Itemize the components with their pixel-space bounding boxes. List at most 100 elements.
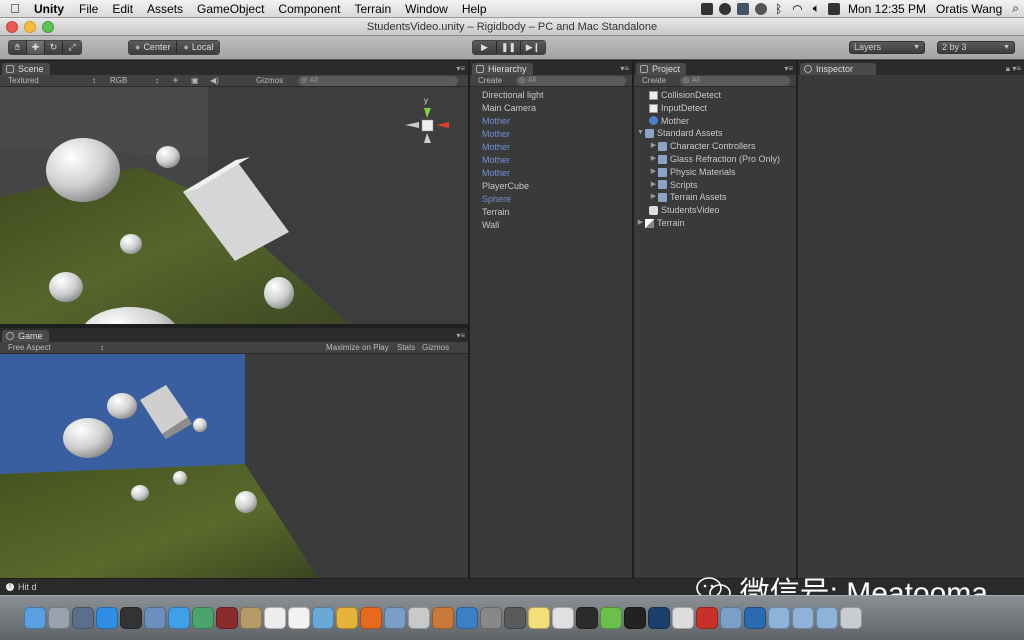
hierarchy-item[interactable]: Directional light [470,89,632,102]
project-item[interactable]: StudentsVideo [636,204,796,217]
menu-gameobject[interactable]: GameObject [190,2,271,16]
tab-inspector[interactable]: Inspector [800,63,876,75]
project-create-dropdown[interactable]: Create [642,76,666,86]
volume-icon[interactable]: 🔈︎ [808,1,825,16]
expand-arrow-icon[interactable]: ▶ [636,217,645,230]
pivot-local-button[interactable]: ● Local [177,41,220,54]
menu-component[interactable]: Component [271,2,347,16]
tab-hierarchy[interactable]: Hierarchy [472,63,533,75]
chrome-icon[interactable] [336,607,358,629]
qq-icon[interactable] [624,607,646,629]
tray-app-icon[interactable] [701,2,714,15]
contacts-icon[interactable] [240,607,262,629]
hand-tool-icon[interactable]: ✋︎ [9,41,27,54]
safari-icon[interactable] [168,607,190,629]
hierarchy-search-input[interactable]: All [516,76,626,86]
menu-help[interactable]: Help [455,2,494,16]
panel-menu-icon[interactable]: ▾≡ [456,64,465,73]
panel-menu-icon[interactable]: ▾≡ [784,64,793,73]
project-item[interactable]: Mother [636,115,796,128]
expand-arrow-icon[interactable]: ▶ [649,191,658,204]
spotlight-icon[interactable]: ⌕ [1007,1,1024,16]
project-item[interactable]: ▶ Character Controllers [636,140,796,153]
expand-arrow-icon[interactable]: ▶ [649,153,658,166]
zoom-window-icon[interactable] [42,21,54,33]
scene-search-input[interactable]: All [298,76,458,86]
sphere-object[interactable] [235,491,257,513]
firefox-icon[interactable] [360,607,382,629]
step-button-icon[interactable]: ▶❙ [521,41,545,54]
close-window-icon[interactable] [6,21,18,33]
project-item[interactable]: ▼ Standard Assets [636,127,796,140]
textwrangler-icon[interactable] [552,607,574,629]
scene-viewport[interactable]: y [0,87,468,324]
tray-sync-icon[interactable] [719,2,732,15]
play-button-icon[interactable]: ▶ [473,41,497,54]
launchpad-icon[interactable] [48,607,70,629]
project-item[interactable]: ▶ Terrain [636,217,796,230]
hierarchy-item[interactable]: Mother [470,154,632,167]
menu-terrain[interactable]: Terrain [347,2,398,16]
hierarchy-item[interactable]: Mother [470,141,632,154]
camera-icon[interactable] [504,607,526,629]
quicktime-icon[interactable] [744,607,766,629]
lock-icon[interactable]: 🔒︎ [1006,64,1010,74]
stats-toggle[interactable]: Stats [397,343,415,353]
pdf-icon[interactable] [696,607,718,629]
time-machine-icon[interactable] [755,2,768,15]
menu-window[interactable]: Window [398,2,455,16]
scene-gizmos-dropdown[interactable]: Gizmos [256,76,283,86]
hierarchy-create-dropdown[interactable]: Create [478,76,502,86]
tab-scene[interactable]: Scene [2,63,50,75]
downloads-icon[interactable] [816,607,838,629]
aspect-dropdown[interactable]: Free Aspect [8,343,51,353]
scene-image-icon[interactable]: ▣ [191,76,199,86]
dashboard-icon[interactable] [120,607,142,629]
project-item[interactable]: InputDetect [636,102,796,115]
collapse-arrow-icon[interactable]: ▼ [636,127,645,140]
pause-button-icon[interactable]: ❚❚ [497,41,521,54]
panel-menu-icon[interactable]: ▾≡ [1012,64,1021,73]
tray-dropbox-icon[interactable] [737,2,750,15]
minimize-window-icon[interactable] [24,21,36,33]
scale-tool-icon[interactable]: ⤢ [63,41,81,54]
menu-assets[interactable]: Assets [140,2,190,16]
preview-icon[interactable] [144,607,166,629]
hierarchy-item[interactable]: Mother [470,115,632,128]
disk-icon[interactable] [480,607,502,629]
finder-icon[interactable] [24,607,46,629]
sphere-object[interactable] [173,471,187,485]
sphere-object[interactable] [49,272,83,302]
preview2-icon[interactable] [384,607,406,629]
game-gizmos-dropdown[interactable]: Gizmos [422,343,449,353]
photoshop-icon[interactable] [648,607,670,629]
hierarchy-item[interactable]: Sphere [470,193,632,206]
project-item[interactable]: ▶ Glass Refraction (Pro Only) [636,153,796,166]
menu-file[interactable]: File [72,2,105,16]
maximize-on-play-toggle[interactable]: Maximize on Play [326,343,389,353]
scene-lighting-icon[interactable]: ☀ [172,76,179,86]
apple-icon[interactable]:  [0,1,30,16]
mission-control-icon[interactable] [72,607,94,629]
hierarchy-item[interactable]: Mother [470,167,632,180]
evernote-icon[interactable] [600,607,622,629]
sphere-object[interactable] [131,485,149,501]
panel-menu-icon[interactable]: ▾≡ [620,64,629,73]
hierarchy-item[interactable]: Main Camera [470,102,632,115]
sphere-object[interactable] [156,146,180,168]
sphere-object[interactable] [264,277,294,309]
menubar-user[interactable]: Oratis Wang [931,2,1007,16]
bluetooth-icon[interactable]: ᛒ [770,2,787,16]
layout-dropdown[interactable]: 2 by 3 ▼ [937,41,1015,54]
xcode-icon[interactable] [456,607,478,629]
tab-game[interactable]: Game [2,330,49,342]
game-viewport[interactable] [0,354,468,578]
unity-icon[interactable] [672,607,694,629]
project-item[interactable]: ▶ Terrain Assets [636,191,796,204]
expand-arrow-icon[interactable]: ▶ [649,140,658,153]
wifi-icon[interactable]: ◠ [787,2,807,16]
app-menu[interactable]: Unity [30,2,72,16]
project-item[interactable]: CollisionDetect [636,89,796,102]
render-mode-dropdown[interactable]: Textured [8,76,39,86]
expand-arrow-icon[interactable]: ▶ [649,166,658,179]
